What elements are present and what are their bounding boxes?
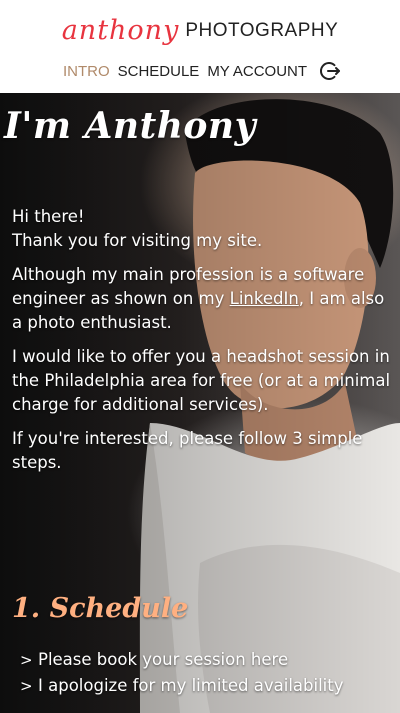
chevron-right-icon: >: [20, 677, 33, 695]
greeting-text: Hi there!: [12, 207, 85, 226]
steps-paragraph: If you're interested, please follow 3 si…: [12, 429, 363, 472]
brand-logo[interactable]: anthony PHOTOGRAPHY: [0, 10, 400, 46]
availability-note[interactable]: > I apologize for my limited availabilit…: [20, 673, 390, 699]
nav-item-my-account[interactable]: MY ACCOUNT: [207, 63, 307, 80]
nav-item-intro[interactable]: INTRO: [63, 63, 110, 80]
offer-paragraph: I would like to offer you a headshot ses…: [12, 347, 391, 414]
chevron-right-icon: >: [20, 651, 33, 669]
nav-item-schedule[interactable]: SCHEDULE: [118, 63, 200, 80]
intro-hero: I'm Anthony Hi there! Thank you for visi…: [0, 93, 400, 713]
logout-icon[interactable]: [319, 60, 341, 82]
book-session-link[interactable]: > Please book your session here: [20, 647, 390, 673]
site-header: anthony PHOTOGRAPHY INTRO SCHEDULE MY AC…: [0, 0, 400, 93]
availability-text: I apologize for my limited availability: [38, 676, 344, 695]
main-nav: INTRO SCHEDULE MY ACCOUNT: [0, 57, 400, 85]
brand-script-name: anthony: [61, 15, 180, 46]
step-1-list: > Please book your session here > I apol…: [20, 647, 390, 699]
intro-text: Hi there! Thank you for visiting my site…: [12, 205, 392, 485]
brand-word: PHOTOGRAPHY: [185, 20, 339, 41]
greeting-paragraph: Hi there! Thank you for visiting my site…: [12, 205, 392, 253]
profession-paragraph: Although my main profession is a softwar…: [12, 263, 392, 335]
book-session-text: Please book your session here: [38, 650, 289, 669]
linkedin-link[interactable]: LinkedIn: [230, 289, 299, 308]
thanks-text: Thank you for visiting my site.: [12, 231, 263, 250]
page-title: I'm Anthony: [4, 105, 256, 147]
step-1-title: 1. Schedule: [12, 593, 189, 624]
